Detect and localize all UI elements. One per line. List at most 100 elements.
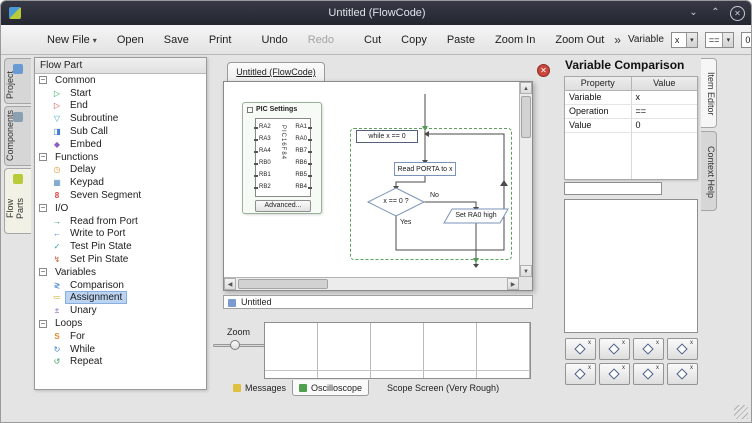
expression-input[interactable] bbox=[564, 182, 662, 195]
advanced-button[interactable]: Advanced... bbox=[255, 200, 311, 212]
pin-label: RB4 bbox=[295, 182, 307, 193]
collapse-icon[interactable] bbox=[39, 320, 47, 328]
scroll-up-icon[interactable]: ▲ bbox=[520, 82, 532, 94]
comparison-template-5[interactable] bbox=[565, 363, 596, 385]
checkbox-icon[interactable] bbox=[247, 107, 253, 113]
close-document-icon[interactable]: ✕ bbox=[537, 64, 550, 77]
chevron-down-icon[interactable] bbox=[722, 33, 733, 47]
tree-item-embed[interactable]: ◆Embed bbox=[35, 138, 206, 151]
comparison-template-1[interactable] bbox=[565, 338, 596, 360]
sidebar-tab-flow-parts[interactable]: Flow Parts bbox=[4, 168, 31, 234]
tab-scope-screen[interactable]: Scope Screen (Very Rough) bbox=[381, 380, 505, 396]
value-cell[interactable]: x bbox=[632, 91, 698, 105]
value-combo[interactable]: 0 bbox=[741, 32, 752, 48]
tree-item-read-from-port[interactable]: →Read from Port bbox=[35, 215, 206, 228]
undo-button[interactable]: Undo bbox=[251, 29, 297, 51]
toolbar-overflow-icon[interactable]: » bbox=[614, 33, 621, 47]
scroll-right-icon[interactable]: ▶ bbox=[507, 278, 519, 290]
tree-item-set-pin-state[interactable]: ↯Set Pin State bbox=[35, 253, 206, 266]
value-cell[interactable]: 0 bbox=[632, 119, 698, 133]
horizontal-scroll-thumb[interactable] bbox=[238, 279, 328, 289]
zoom-slider-thumb[interactable] bbox=[230, 340, 240, 350]
vertical-scroll-thumb[interactable] bbox=[521, 96, 531, 138]
minimize-icon[interactable]: ⌄ bbox=[686, 6, 701, 21]
tree-item-write-to-port[interactable]: ←Write to Port bbox=[35, 228, 206, 241]
comparison-template-8[interactable] bbox=[667, 363, 698, 385]
titlebar[interactable]: Untitled (FlowCode) ⌄ ⌃ ✕ bbox=[1, 1, 752, 25]
collapse-icon[interactable] bbox=[39, 153, 47, 161]
tree-item-start[interactable]: ▷Start bbox=[35, 87, 206, 100]
tree-group-functions[interactable]: Functions bbox=[35, 151, 206, 164]
variable-combo[interactable]: x bbox=[671, 32, 698, 48]
item-list-box[interactable] bbox=[564, 199, 698, 333]
pic-settings-panel[interactable]: PIC Settings PIC16F84 RA2 RA3 RA4 RB0 RB… bbox=[242, 102, 322, 214]
comparison-template-3[interactable] bbox=[633, 338, 664, 360]
tree-item-while[interactable]: ↻While bbox=[35, 343, 206, 356]
zoom-slider[interactable] bbox=[213, 339, 265, 351]
save-button[interactable]: Save bbox=[154, 29, 199, 51]
paste-button[interactable]: Paste bbox=[437, 29, 485, 51]
value-cell[interactable]: == bbox=[632, 105, 698, 119]
table-row[interactable]: Value 0 bbox=[565, 119, 697, 133]
sidebar-tab-components[interactable]: Components bbox=[4, 106, 31, 166]
comparison-template-4[interactable] bbox=[667, 338, 698, 360]
scroll-left-icon[interactable]: ◀ bbox=[224, 278, 236, 290]
column-header-property[interactable]: Property bbox=[565, 77, 632, 91]
operator-combo[interactable]: == bbox=[705, 32, 735, 48]
document-tab[interactable]: Untitled (FlowCode) bbox=[227, 62, 325, 82]
cut-button[interactable]: Cut bbox=[354, 29, 391, 51]
tree-item-subroutine[interactable]: ▽Subroutine bbox=[35, 112, 206, 125]
scroll-down-icon[interactable]: ▼ bbox=[520, 265, 532, 277]
tree-item-seven-segment[interactable]: 8Seven Segment bbox=[35, 189, 206, 202]
zoom-in-button[interactable]: Zoom In bbox=[485, 29, 545, 51]
comparison-template-2[interactable] bbox=[599, 338, 630, 360]
oscilloscope-display bbox=[264, 322, 531, 379]
maximize-icon[interactable]: ⌃ bbox=[708, 6, 723, 21]
tree-item-keypad[interactable]: ▦Keypad bbox=[35, 176, 206, 189]
canvas-horizontal-scrollbar[interactable]: ◀ ▶ bbox=[224, 277, 519, 290]
open-button[interactable]: Open bbox=[107, 29, 154, 51]
resize-grip[interactable] bbox=[734, 405, 748, 419]
tab-oscilloscope[interactable]: Oscilloscope bbox=[292, 380, 369, 396]
flowchart-canvas[interactable]: while x == 0 Read PORTA to x x == 0 ? No… bbox=[223, 81, 533, 291]
tree-item-label: End bbox=[66, 100, 92, 111]
tree-item-sub-call[interactable]: ◨Sub Call bbox=[35, 125, 206, 138]
zoom-out-button[interactable]: Zoom Out bbox=[545, 29, 614, 51]
tree-item-delay[interactable]: ◷Delay bbox=[35, 164, 206, 177]
tree-item-end[interactable]: ▷End bbox=[35, 100, 206, 113]
while-loop-block[interactable]: while x == 0 bbox=[356, 130, 418, 143]
tree-group-variables[interactable]: Variables bbox=[35, 266, 206, 279]
tree-item-label: Start bbox=[66, 88, 95, 99]
close-icon[interactable]: ✕ bbox=[730, 6, 745, 21]
collapse-icon[interactable] bbox=[39, 76, 47, 84]
table-row[interactable]: Operation == bbox=[565, 105, 697, 119]
sidebar-tab-context-help[interactable]: Context Help bbox=[701, 131, 717, 211]
collapse-icon[interactable] bbox=[39, 268, 47, 276]
new-file-button[interactable]: New File bbox=[37, 29, 107, 51]
copy-button[interactable]: Copy bbox=[391, 29, 437, 51]
tree-item-assignment[interactable]: ≔Assignment bbox=[35, 292, 206, 305]
canvas-vertical-scrollbar[interactable]: ▲ ▼ bbox=[519, 82, 532, 277]
tree-item-comparison[interactable]: ≷Comparison bbox=[35, 279, 206, 292]
table-row[interactable]: Variable x bbox=[565, 91, 697, 105]
sidebar-tab-item-editor[interactable]: Item Editor bbox=[701, 58, 717, 128]
print-button[interactable]: Print bbox=[199, 29, 242, 51]
tree-group-loops[interactable]: Loops bbox=[35, 317, 206, 330]
comparison-template-6[interactable] bbox=[599, 363, 630, 385]
tree-item-unary[interactable]: ±Unary bbox=[35, 304, 206, 317]
comparison-template-7[interactable] bbox=[633, 363, 664, 385]
flowchart-name-field[interactable]: Untitled bbox=[223, 295, 533, 309]
tree-item-repeat[interactable]: ↺Repeat bbox=[35, 356, 206, 369]
sidebar-tab-project[interactable]: Project bbox=[4, 58, 31, 104]
chevron-down-icon[interactable] bbox=[686, 33, 697, 47]
decision-block-label[interactable]: x == 0 ? bbox=[368, 195, 424, 209]
tree-group-common[interactable]: Common bbox=[35, 74, 206, 87]
read-porta-block[interactable]: Read PORTA to x bbox=[394, 162, 456, 176]
tab-messages[interactable]: Messages bbox=[227, 380, 292, 396]
column-header-value[interactable]: Value bbox=[632, 77, 698, 91]
tree-group-io[interactable]: I/O bbox=[35, 202, 206, 215]
tree-item-for[interactable]: SFor bbox=[35, 330, 206, 343]
set-ra0-block-label[interactable]: Set RA0 high bbox=[447, 209, 505, 223]
collapse-icon[interactable] bbox=[39, 204, 47, 212]
tree-item-test-pin-state[interactable]: ✓Test Pin State bbox=[35, 240, 206, 253]
